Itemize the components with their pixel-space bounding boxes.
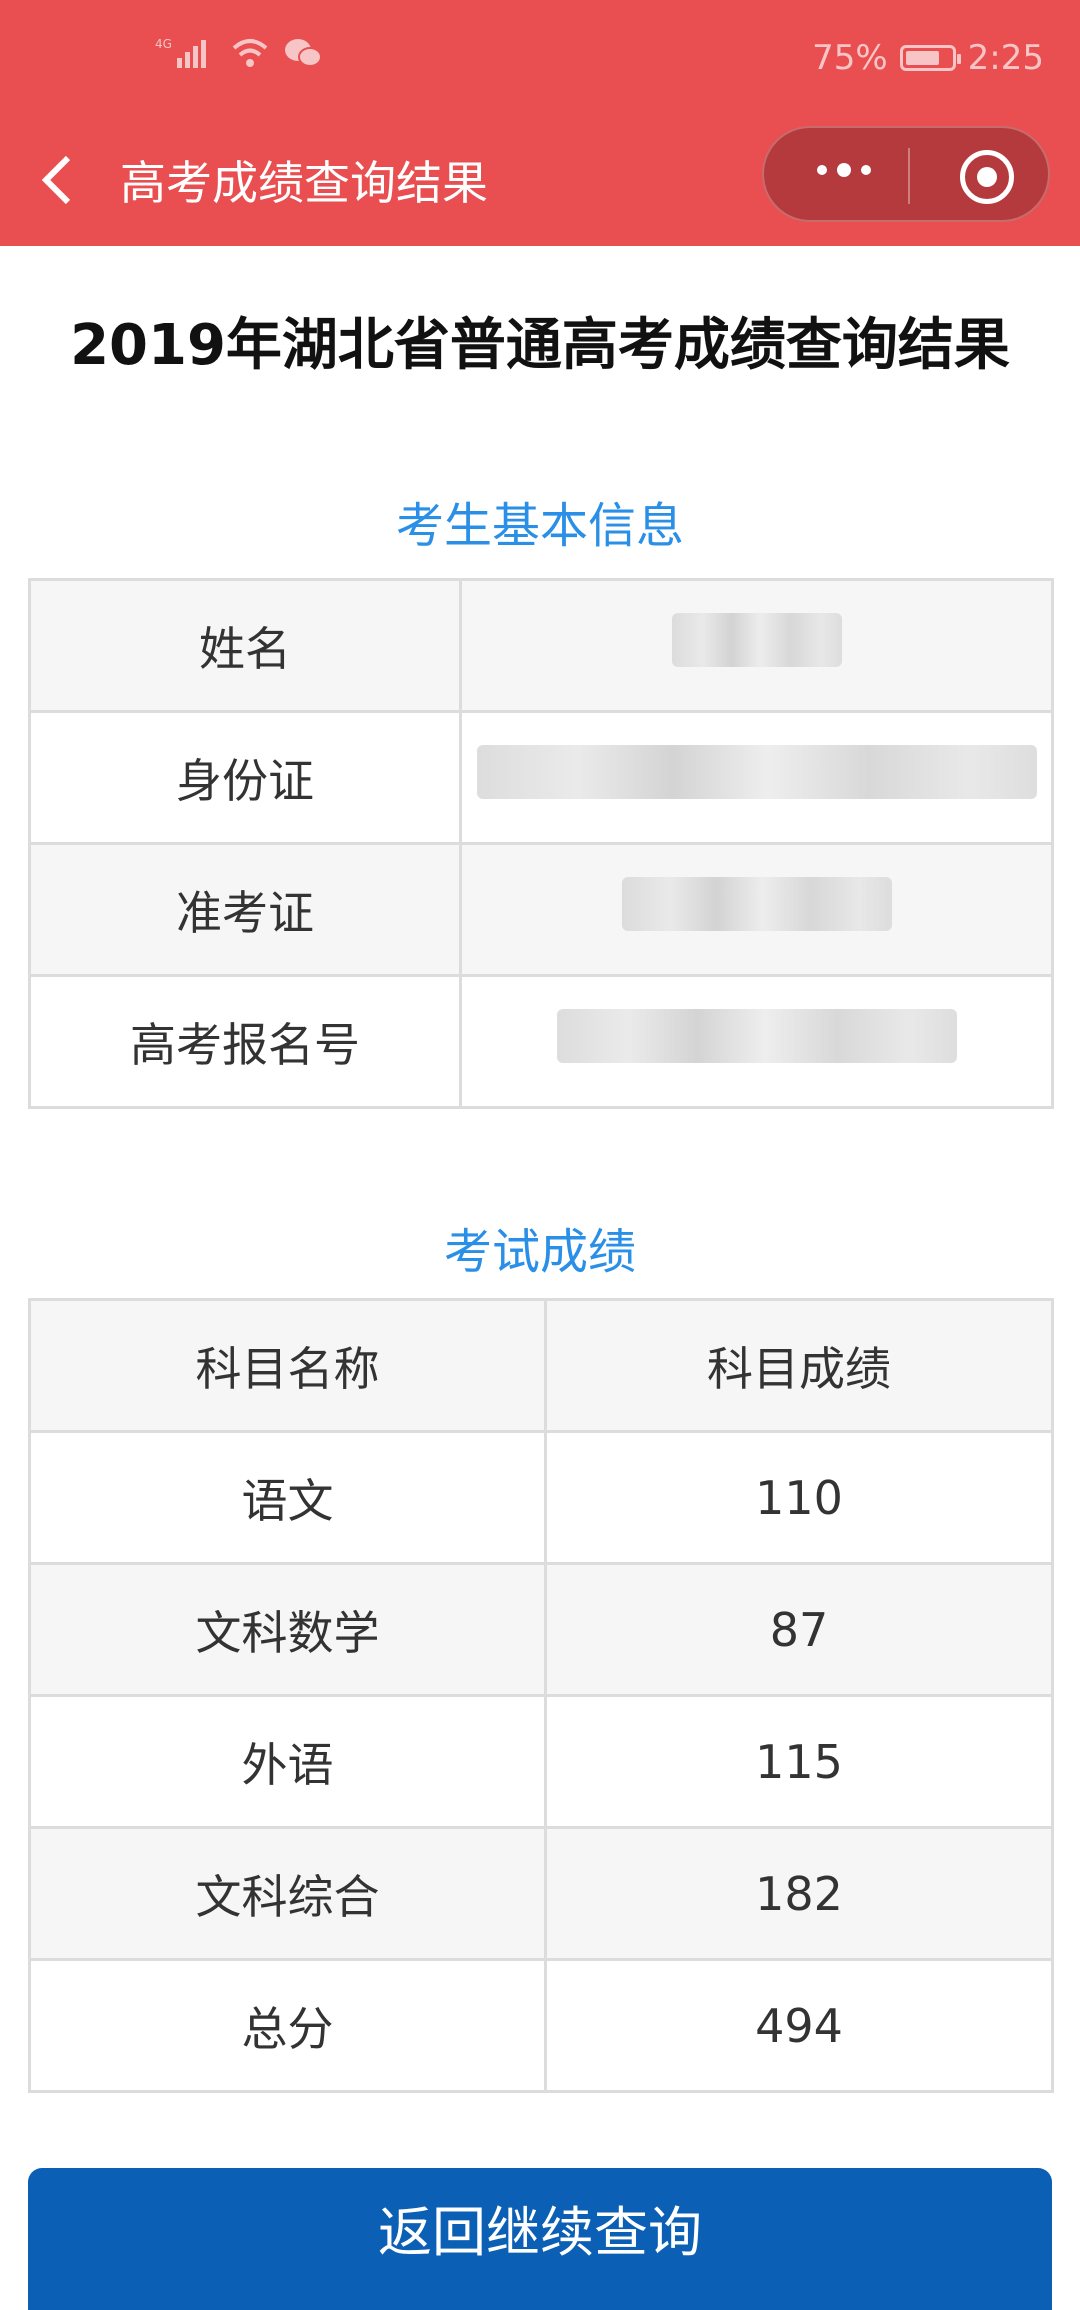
back-query-button[interactable]: 返回继续查询 [28,2168,1052,2310]
info-row-ticket: 准考证 [28,842,1054,977]
close-miniprogram-button[interactable] [960,150,1014,204]
status-icons: 4G [155,36,323,70]
info-row-name: 姓名 [28,578,1054,713]
score-header-subject: 科目名称 [28,1298,547,1433]
subject-name: 文科数学 [28,1562,547,1697]
info-value-masked [459,710,1054,845]
info-section-title: 考生基本信息 [395,498,684,554]
capsule-divider [908,148,910,204]
score-section-title: 考试成绩 [443,1224,636,1280]
wifi-icon [232,39,268,67]
info-value-masked [459,578,1054,713]
masked-value [556,1009,957,1063]
masked-value [476,745,1037,799]
info-row-registration: 高考报名号 [28,974,1054,1109]
subject-name: 语文 [28,1430,547,1565]
info-row-id: 身份证 [28,710,1054,845]
subject-score: 87 [544,1562,1054,1697]
info-label: 准考证 [28,842,462,977]
info-label: 高考报名号 [28,974,462,1109]
subject-score: 182 [544,1826,1054,1961]
score-table: 科目名称 科目成绩 语文 110 文科数学 87 外语 115 文科综合 182… [28,1298,1054,2093]
info-label: 姓名 [28,578,462,713]
score-row: 文科综合 182 [28,1826,1054,1961]
signal-icon: 4G [155,37,206,68]
subject-score: 494 [544,1958,1054,2093]
wechat-icon [285,39,322,67]
status-bar: 4G 75% 2:25 [0,0,1080,122]
subject-name: 文科综合 [28,1826,547,1961]
chevron-left-icon [41,155,71,205]
subject-name: 总分 [28,1958,547,2093]
score-row: 语文 110 [28,1430,1054,1565]
menu-capsule [762,126,1050,222]
masked-value [671,613,842,667]
score-row: 外语 115 [28,1694,1054,1829]
status-right: 75% 2:25 [812,38,1044,78]
masked-value [621,877,892,931]
info-table: 姓名 身份证 准考证 高考报名号 [28,578,1054,1109]
more-dots-icon [817,163,871,177]
subject-score: 115 [544,1694,1054,1829]
clock: 2:25 [967,38,1044,78]
more-button[interactable] [812,150,876,200]
nav-bar: 高考成绩查询结果 [0,122,1080,246]
svg-text:4G: 4G [155,37,172,51]
info-value-masked [459,974,1054,1109]
nav-title: 高考成绩查询结果 [120,156,488,210]
score-row-total: 总分 494 [28,1958,1054,2093]
battery-icon [899,45,961,71]
info-value-masked [459,842,1054,977]
score-header-score: 科目成绩 [544,1298,1054,1433]
score-header-row: 科目名称 科目成绩 [28,1298,1054,1433]
back-button[interactable] [38,150,78,220]
info-label: 身份证 [28,710,462,845]
page-title: 2019年湖北省普通高考成绩查询结果 [70,313,1010,378]
score-row: 文科数学 87 [28,1562,1054,1697]
target-close-icon [977,167,997,187]
battery-percent: 75% [812,38,888,78]
subject-score: 110 [544,1430,1054,1565]
subject-name: 外语 [28,1694,547,1829]
